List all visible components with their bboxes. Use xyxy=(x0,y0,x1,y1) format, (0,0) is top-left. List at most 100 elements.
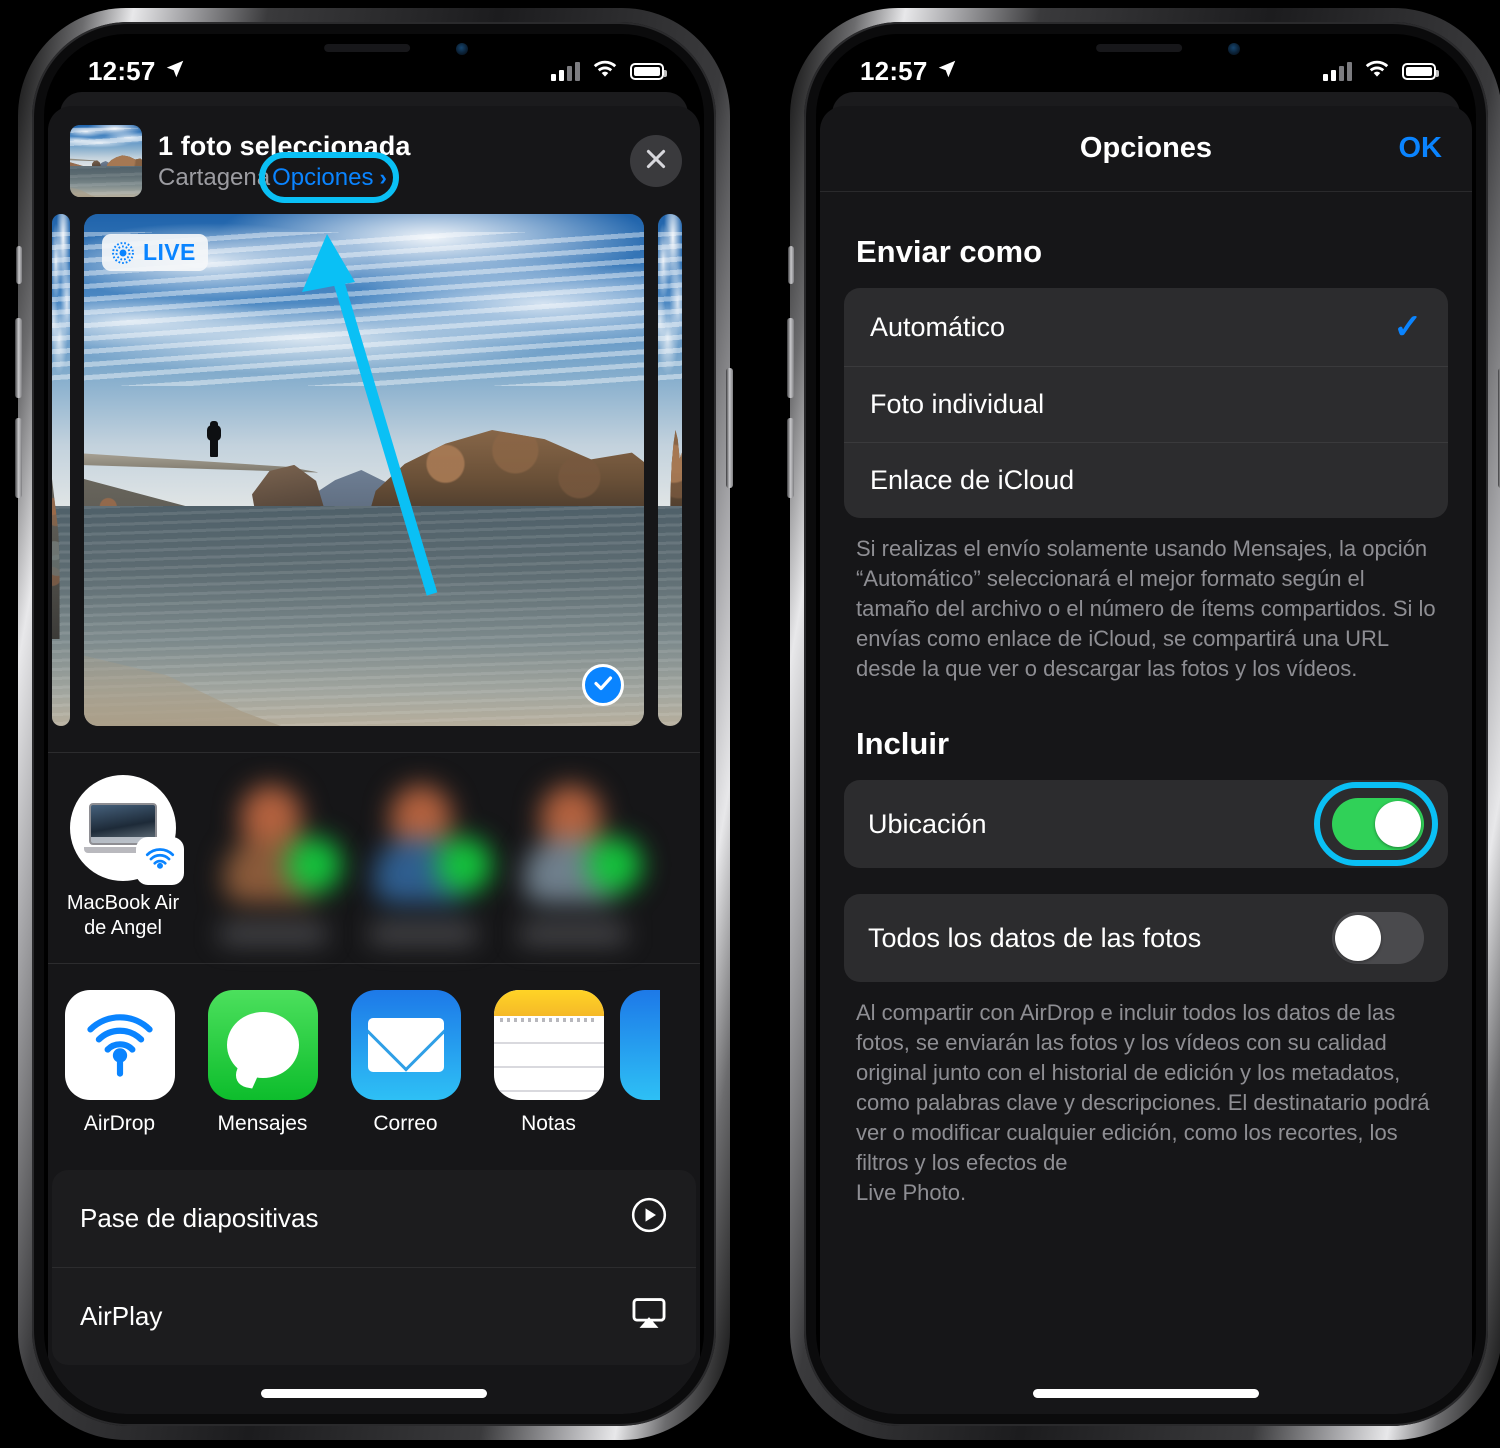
play-circle-icon xyxy=(630,1196,668,1241)
airdrop-badge-icon xyxy=(136,837,184,885)
options-sheet: Opciones OK Enviar como Automático ✓ Fot… xyxy=(820,106,1472,1414)
include-label: Ubicación xyxy=(868,808,987,839)
send-as-option-icloud-link[interactable]: Enlace de iCloud xyxy=(844,442,1448,518)
share-app-label: Correo xyxy=(373,1112,438,1135)
front-camera-icon xyxy=(456,43,468,55)
share-app-airdrop[interactable]: AirDrop xyxy=(48,990,191,1136)
share-sheet-header: 1 foto seleccionada Cartagena Opciones › xyxy=(48,106,700,214)
battery-icon xyxy=(1402,62,1439,80)
status-time: 12:57 xyxy=(88,56,186,87)
screen-right: 12:57 Opciones OK Enviar como Automático… xyxy=(816,34,1476,1414)
partial-app-icon xyxy=(620,990,660,1100)
earpiece-speaker xyxy=(324,44,411,52)
airdrop-target-label: MacBook Air de Angel xyxy=(66,892,180,939)
close-button[interactable] xyxy=(630,135,682,187)
share-apps-row[interactable]: AirDrop Mensajes Correo Notas xyxy=(48,964,700,1158)
include-footnote: Al compartir con AirDrop e incluir todos… xyxy=(856,1000,1430,1205)
thumbnail-scene xyxy=(70,125,142,197)
include-group-location: Ubicación xyxy=(844,780,1448,868)
notch xyxy=(1022,34,1270,67)
carousel-photo-previous[interactable] xyxy=(52,214,70,726)
share-app-next-partial[interactable] xyxy=(620,990,660,1136)
front-camera-icon xyxy=(1228,43,1240,55)
wifi-icon xyxy=(1364,59,1390,84)
status-time: 12:57 xyxy=(860,56,958,87)
home-indicator[interactable] xyxy=(261,1389,487,1398)
checkmark-icon: ✓ xyxy=(1393,308,1423,346)
mail-icon xyxy=(350,990,461,1100)
action-label: AirPlay xyxy=(80,1301,163,1331)
share-sheet-titles: 1 foto seleccionada Cartagena Opciones › xyxy=(158,131,614,203)
airdrop-contact-blurred[interactable] xyxy=(198,775,348,950)
share-app-label: AirDrop xyxy=(83,1112,156,1135)
location-arrow-icon xyxy=(164,56,186,87)
volume-up-button[interactable] xyxy=(15,318,22,398)
options-body: Enviar como Automático ✓ Foto individual… xyxy=(820,234,1472,1208)
options-button-label: Opciones xyxy=(272,163,374,191)
power-button[interactable] xyxy=(726,368,733,488)
include-row-all-photo-data[interactable]: Todos los datos de las fotos xyxy=(844,894,1448,982)
share-app-messages[interactable]: Mensajes xyxy=(191,990,334,1136)
share-app-mail[interactable]: Correo xyxy=(334,990,477,1136)
action-row-slideshow[interactable]: Pase de diapositivas xyxy=(52,1170,696,1267)
subtitle-row: Cartagena Opciones › xyxy=(158,151,614,203)
iphone-right: 12:57 Opciones OK Enviar como Automático… xyxy=(787,8,1500,1440)
option-label: Automático xyxy=(870,311,1006,342)
include-label: Todos los datos de las fotos xyxy=(868,922,1202,953)
airdrop-contact-blurred[interactable] xyxy=(498,775,648,950)
location-toggle[interactable] xyxy=(1332,798,1424,850)
screenshot-stage: 12:57 1 foto seleccionada Cartagena Opci… xyxy=(0,0,1500,1448)
carousel-photo-selected[interactable]: LIVE xyxy=(84,214,644,726)
location-arrow-icon xyxy=(936,56,958,87)
live-photo-badge-label: LIVE xyxy=(143,239,196,265)
airplay-icon xyxy=(630,1294,668,1339)
share-app-label: Mensajes xyxy=(217,1112,308,1135)
home-indicator[interactable] xyxy=(1033,1389,1259,1398)
status-indicators xyxy=(1323,59,1439,84)
share-actions-list: Pase de diapositivas AirPlay xyxy=(52,1170,696,1365)
carousel-photo-next[interactable] xyxy=(658,214,682,726)
done-button[interactable]: OK xyxy=(1399,132,1443,165)
photo-thumbnail[interactable] xyxy=(70,125,142,197)
volume-down-button[interactable] xyxy=(787,418,794,498)
volume-down-button[interactable] xyxy=(15,418,22,498)
chevron-right-icon: › xyxy=(379,164,387,190)
action-row-airplay[interactable]: AirPlay xyxy=(52,1267,696,1365)
wifi-icon xyxy=(592,59,618,84)
action-label: Pase de diapositivas xyxy=(80,1203,319,1233)
status-time-label: 12:57 xyxy=(88,55,156,86)
airdrop-target-macbook[interactable]: MacBook Air de Angel xyxy=(48,775,198,941)
toggle-knob xyxy=(1375,801,1421,847)
photo-selected-check[interactable] xyxy=(582,664,624,706)
options-button-wrap: Opciones › xyxy=(259,151,399,203)
earpiece-speaker xyxy=(1096,44,1183,52)
live-photo-badge[interactable]: LIVE xyxy=(102,234,208,271)
share-app-notes[interactable]: Notas xyxy=(477,990,620,1136)
send-as-group: Automático ✓ Foto individual Enlace de i… xyxy=(844,288,1448,518)
send-as-heading: Enviar como xyxy=(856,234,1043,269)
airdrop-targets-row[interactable]: MacBook Air de Angel xyxy=(48,753,700,963)
airdrop-contact-blurred[interactable] xyxy=(348,775,498,950)
status-indicators xyxy=(551,59,667,84)
live-photo-icon xyxy=(110,240,136,266)
photo-carousel[interactable]: LIVE xyxy=(48,214,700,734)
all-photo-data-toggle[interactable] xyxy=(1332,912,1424,964)
messages-icon xyxy=(207,990,318,1100)
send-as-option-individual-photo[interactable]: Foto individual xyxy=(844,366,1448,442)
send-as-footnote: Si realizas el envío solamente usando Me… xyxy=(856,536,1436,681)
airdrop-icon xyxy=(64,990,175,1100)
options-button[interactable]: Opciones › xyxy=(272,164,387,192)
mute-switch[interactable] xyxy=(16,246,22,284)
option-label: Foto individual xyxy=(870,389,1045,419)
include-row-location-wrap: Ubicación xyxy=(844,780,1448,868)
notch xyxy=(250,34,498,67)
mute-switch[interactable] xyxy=(788,246,794,284)
photo-scene xyxy=(84,214,644,726)
notes-icon xyxy=(493,990,604,1100)
share-sheet-stack: 1 foto seleccionada Cartagena Opciones › xyxy=(44,92,704,1414)
send-as-option-automatic[interactable]: Automático ✓ xyxy=(844,288,1448,366)
include-row-location[interactable]: Ubicación xyxy=(844,780,1448,868)
volume-up-button[interactable] xyxy=(787,318,794,398)
checkmark-circle-icon xyxy=(591,671,615,700)
